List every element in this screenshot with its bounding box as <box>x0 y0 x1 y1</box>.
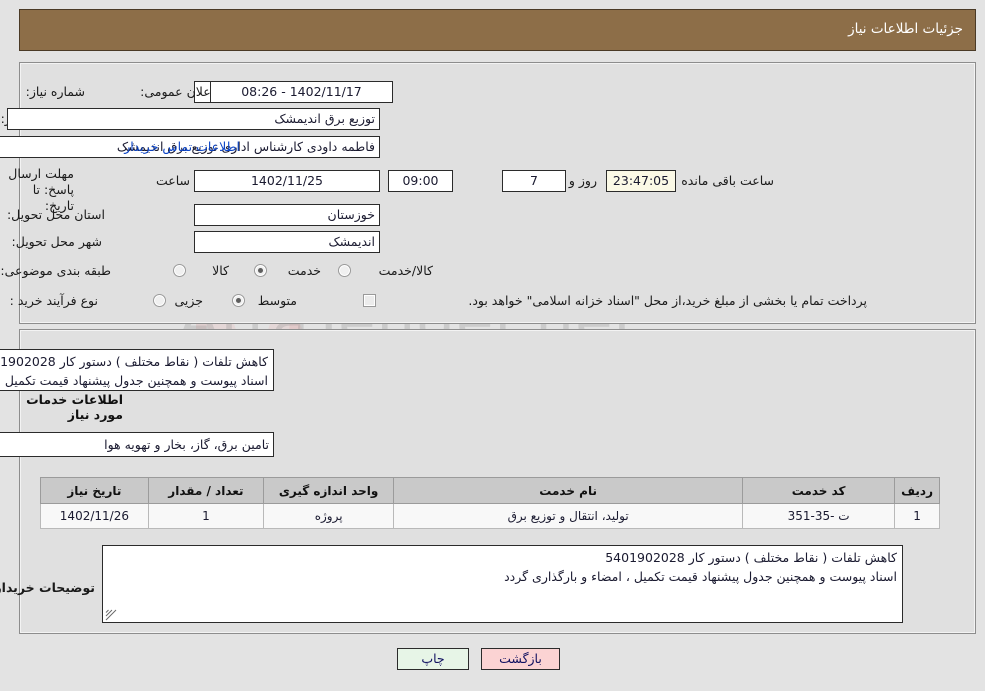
remaining-time-countdown: 23:47:05 <box>606 170 676 192</box>
table-header-row: ردیف کد خدمت نام خدمت واحد اندازه گیری ت… <box>40 477 940 504</box>
buyer-contact-link[interactable]: اطلاعات تماس خریدار <box>124 139 240 154</box>
treasury-docs-text: پرداخت تمام یا بخشی از مبلغ خرید،از محل … <box>468 293 867 308</box>
deadline-date-value: 1402/11/25 <box>194 170 380 192</box>
category-radio-kala-khedmat-label: کالا/خدمت <box>378 263 433 278</box>
th-quantity: تعداد / مقدار <box>147 477 265 504</box>
resize-handle-icon[interactable] <box>105 609 117 621</box>
th-service-code: کد خدمت <box>742 477 896 504</box>
buyer-notes-line-2: اسناد پیوست و همچنین جدول پیشنهاد قیمت ت… <box>504 569 897 584</box>
buyer-org-value: توزیع برق اندیمشک <box>7 108 380 130</box>
th-row-no: ردیف <box>894 477 940 504</box>
need-info-panel <box>19 62 976 324</box>
description-line-2: اسناد پیوست و همچنین جدول پیشنهاد قیمت ت… <box>0 373 268 388</box>
th-service-name: نام خدمت <box>393 477 744 504</box>
process-radio-motevaset-label: متوسط <box>257 293 297 308</box>
services-section-heading: اطلاعات خدمات مورد نیاز <box>26 392 123 422</box>
city-value: اندیمشک <box>194 231 380 253</box>
buyer-notes-textarea[interactable]: کاهش تلفات ( نقاط مختلف ) دستور کار 5401… <box>102 545 903 623</box>
buyer-notes-line-1: کاهش تلفات ( نقاط مختلف ) دستور کار 5401… <box>605 550 897 565</box>
th-unit: واحد اندازه گیری <box>263 477 395 504</box>
cell-service-name: تولید، انتقال و توزیع برق <box>393 503 744 529</box>
category-radio-khedmat-label: خدمت <box>287 263 321 278</box>
process-type-label: نوع فرآیند خرید : <box>9 293 98 308</box>
back-button[interactable]: بازگشت <box>481 648 560 670</box>
category-radio-kala-khedmat[interactable] <box>338 264 351 277</box>
page-title: جزئیات اطلاعات نیاز <box>848 21 963 37</box>
public-announce-value: 1402/11/17 - 08:26 <box>210 81 393 103</box>
th-need-date: تاریخ نیاز <box>40 477 149 504</box>
category-radio-kala-label: کالا <box>212 263 229 278</box>
process-radio-jozii[interactable] <box>153 294 166 307</box>
cell-quantity: 1 <box>147 503 265 529</box>
city-label: شهر محل تحویل: <box>11 234 102 249</box>
remaining-days-suffix: روز و <box>568 173 597 188</box>
cell-row-no: 1 <box>894 503 940 529</box>
need-number-label: شماره نیاز: <box>25 84 85 99</box>
table-row: 1 ت -35-351 تولید، انتقال و توزیع برق پر… <box>40 503 940 529</box>
description-line-1: کاهش تلفات ( نقاط مختلف ) دستور کار 5401… <box>0 354 268 369</box>
cell-service-code: ت -35-351 <box>742 503 896 529</box>
province-label: استان محل تحویل: <box>6 207 105 222</box>
process-radio-motevaset[interactable] <box>232 294 245 307</box>
remaining-days-value: 7 <box>502 170 566 192</box>
category-radio-khedmat[interactable] <box>254 264 267 277</box>
print-button[interactable]: چاپ <box>397 648 469 670</box>
cell-unit: پروژه <box>263 503 395 529</box>
page-header: جزئیات اطلاعات نیاز <box>19 9 976 51</box>
page-root: ArtaTender.net جزئیات اطلاعات نیاز شماره… <box>0 0 985 691</box>
services-table: ردیف کد خدمت نام خدمت واحد اندازه گیری ت… <box>40 477 940 529</box>
service-group-value: تامین برق، گاز، بخار و تهویه هوا <box>0 432 274 457</box>
category-label: طبقه بندی موضوعی: <box>0 263 111 278</box>
category-radio-kala[interactable] <box>173 264 186 277</box>
cell-need-date: 1402/11/26 <box>40 503 149 529</box>
province-value: خوزستان <box>194 204 380 226</box>
deadline-hour-label: ساعت <box>155 173 190 188</box>
treasury-docs-checkbox[interactable] <box>363 294 376 307</box>
buyer-notes-label: توضیحات خریدار: <box>0 580 95 595</box>
process-radio-jozii-label: جزیی <box>174 293 203 308</box>
deadline-hour-value: 09:00 <box>388 170 453 192</box>
description-textarea[interactable]: کاهش تلفات ( نقاط مختلف ) دستور کار 5401… <box>0 349 274 391</box>
remaining-time-suffix: ساعت باقی مانده <box>681 173 774 188</box>
